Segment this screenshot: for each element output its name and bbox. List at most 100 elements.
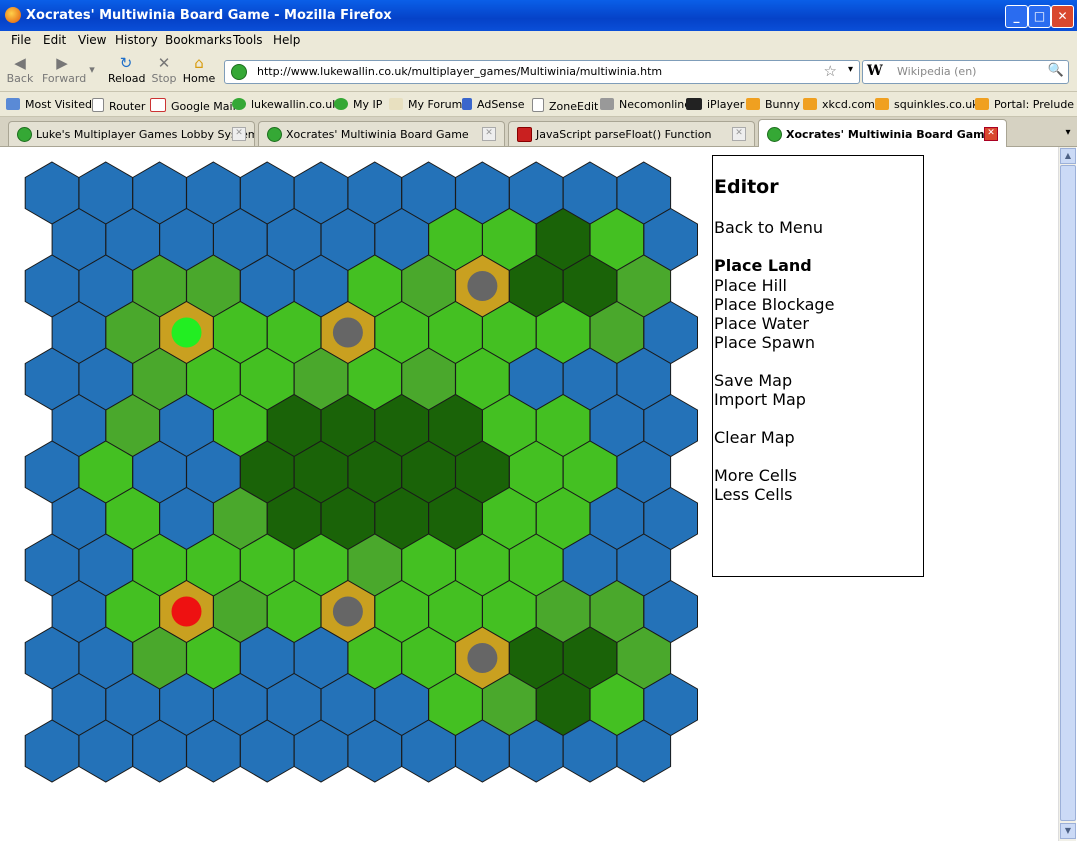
- rss-icon: [875, 98, 889, 110]
- neco-icon: [600, 98, 614, 110]
- wikipedia-icon[interactable]: W: [867, 63, 883, 79]
- vertical-scrollbar[interactable]: ▲ ▼: [1058, 147, 1076, 841]
- hill-marker: [467, 643, 498, 673]
- stop-icon: ✕: [157, 54, 171, 72]
- bookmark-portal-prelude[interactable]: Portal: Prelude: [975, 98, 1074, 111]
- scroll-thumb[interactable]: [1060, 165, 1076, 821]
- bookmark-star-icon[interactable]: ☆: [824, 62, 837, 80]
- maximize-button[interactable]: □: [1028, 5, 1051, 28]
- menu-view[interactable]: View: [78, 33, 106, 47]
- bookmark-google-mail[interactable]: Google Mail: [150, 98, 236, 113]
- forum-icon: [389, 98, 403, 110]
- menu-bar: File Edit View History Bookmarks Tools H…: [0, 31, 1077, 51]
- home-icon: ⌂: [194, 54, 204, 72]
- bookmark-lukewallin[interactable]: lukewallin.co.uk: [232, 98, 339, 111]
- less-cells-link[interactable]: Less Cells: [714, 485, 792, 504]
- menu-bookmarks[interactable]: Bookmarks: [165, 33, 232, 47]
- place-land-option[interactable]: Place Land: [714, 256, 812, 275]
- bookmark-iplayer[interactable]: iPlayer: [686, 98, 744, 111]
- bookmark-label: Portal: Prelude: [994, 98, 1075, 111]
- bookmark-squinkles[interactable]: squinkles.co.uk: [875, 98, 979, 111]
- search-icon[interactable]: 🔍: [1048, 63, 1064, 78]
- scroll-down-icon[interactable]: ▼: [1060, 823, 1076, 839]
- firefox-icon: [5, 7, 21, 23]
- tab-lobby-system[interactable]: Luke's Multiplayer Games Lobby System ✕: [8, 121, 255, 146]
- menu-history[interactable]: History: [115, 33, 158, 47]
- menu-help[interactable]: Help: [273, 33, 300, 47]
- url-dropdown-icon[interactable]: ▾: [848, 64, 853, 75]
- reload-button[interactable]: ↻ Reload: [108, 54, 146, 85]
- rss-icon: [975, 98, 989, 110]
- tab-list-dropdown[interactable]: ▾: [1059, 121, 1077, 145]
- address-bar[interactable]: http://www.lukewallin.co.uk/multiplayer_…: [224, 60, 860, 84]
- bookmark-router[interactable]: Router: [92, 98, 145, 113]
- tab-close-icon[interactable]: ✕: [984, 127, 998, 141]
- tab-label: Xocrates' Multiwinia Board Game: [786, 128, 993, 141]
- bookmark-xkcd[interactable]: xkcd.com: [803, 98, 875, 111]
- back-button[interactable]: ◀ Back: [2, 55, 38, 85]
- clear-map-link[interactable]: Clear Map: [714, 428, 795, 447]
- tab-multiwinia-active[interactable]: Xocrates' Multiwinia Board Game ✕: [758, 119, 1007, 147]
- stop-button[interactable]: ✕ Stop: [146, 55, 182, 85]
- place-blockage-option[interactable]: Place Blockage: [714, 295, 834, 314]
- tab-label: Luke's Multiplayer Games Lobby System: [36, 128, 255, 141]
- bookmark-label: Necomonline: [619, 98, 692, 111]
- home-button[interactable]: ⌂ Home: [181, 55, 217, 85]
- search-box[interactable]: W Wikipedia (en) 🔍: [862, 60, 1069, 84]
- page-icon: [532, 98, 544, 112]
- bookmark-label: iPlayer: [707, 98, 745, 111]
- hex-board[interactable]: [0, 147, 706, 807]
- place-hill-option[interactable]: Place Hill: [714, 276, 787, 295]
- site-icon: [767, 127, 782, 142]
- window-titlebar: Xocrates' Multiwinia Board Game - Mozill…: [0, 0, 1077, 31]
- tab-close-icon[interactable]: ✕: [482, 127, 496, 141]
- menu-edit[interactable]: Edit: [43, 33, 66, 47]
- history-dropdown[interactable]: ▾: [88, 63, 96, 76]
- bookmark-label: lukewallin.co.uk: [251, 98, 339, 111]
- import-map-link[interactable]: Import Map: [714, 390, 806, 409]
- more-cells-link[interactable]: More Cells: [714, 466, 797, 485]
- bookmark-adsense[interactable]: AdSense: [462, 98, 525, 111]
- tab-close-icon[interactable]: ✕: [232, 127, 246, 141]
- close-button[interactable]: ✕: [1051, 5, 1074, 28]
- javascript-icon: [517, 127, 532, 142]
- tab-label: Xocrates' Multiwinia Board Game: [286, 128, 469, 141]
- site-icon: [232, 98, 246, 110]
- place-water-option[interactable]: Place Water: [714, 314, 809, 333]
- bookmark-label: squinkles.co.uk: [894, 98, 979, 111]
- site-icon: [267, 127, 282, 142]
- forward-button[interactable]: ▶ Forward: [42, 54, 86, 85]
- bookmark-label: Most Visited: [25, 98, 92, 111]
- bookmark-label: Bunny: [765, 98, 800, 111]
- tab-multiwinia[interactable]: Xocrates' Multiwinia Board Game ✕: [258, 121, 505, 146]
- tab-parsefloat[interactable]: JavaScript parseFloat() Function ✕: [508, 121, 755, 146]
- forward-arrow-icon: ▶: [56, 54, 68, 72]
- bookmark-bunny[interactable]: Bunny: [746, 98, 800, 111]
- scroll-up-icon[interactable]: ▲: [1060, 148, 1076, 164]
- reload-label: Reload: [108, 72, 146, 85]
- bbc-icon: [686, 98, 702, 110]
- spawn-marker: [171, 317, 202, 348]
- menu-file[interactable]: File: [11, 33, 31, 47]
- bookmark-label: Router: [109, 100, 146, 113]
- back-to-menu-link[interactable]: Back to Menu: [714, 218, 823, 237]
- menu-tools[interactable]: Tools: [233, 33, 263, 47]
- bookmark-my-forum[interactable]: My Forum: [389, 98, 462, 111]
- tab-close-icon[interactable]: ✕: [732, 127, 746, 141]
- rss-icon: [803, 98, 817, 110]
- spawn-marker: [171, 596, 202, 627]
- bookmarks-toolbar: Most Visited Router Google Mail lukewall…: [0, 92, 1077, 117]
- place-spawn-option[interactable]: Place Spawn: [714, 333, 815, 352]
- bookmark-label: xkcd.com: [822, 98, 875, 111]
- bookmark-my-ip[interactable]: My IP: [334, 98, 382, 111]
- bookmark-necomonline[interactable]: Necomonline: [600, 98, 691, 111]
- site-icon: [334, 98, 348, 110]
- save-map-link[interactable]: Save Map: [714, 371, 792, 390]
- minimize-button[interactable]: _: [1005, 5, 1028, 28]
- page-icon: [92, 98, 104, 112]
- bookmark-label: AdSense: [477, 98, 525, 111]
- bookmark-zoneedit[interactable]: ZoneEdit: [532, 98, 598, 113]
- url-text: http://www.lukewallin.co.uk/multiplayer_…: [257, 65, 663, 78]
- reload-icon: ↻: [119, 54, 133, 72]
- bookmark-most-visited[interactable]: Most Visited: [6, 98, 92, 111]
